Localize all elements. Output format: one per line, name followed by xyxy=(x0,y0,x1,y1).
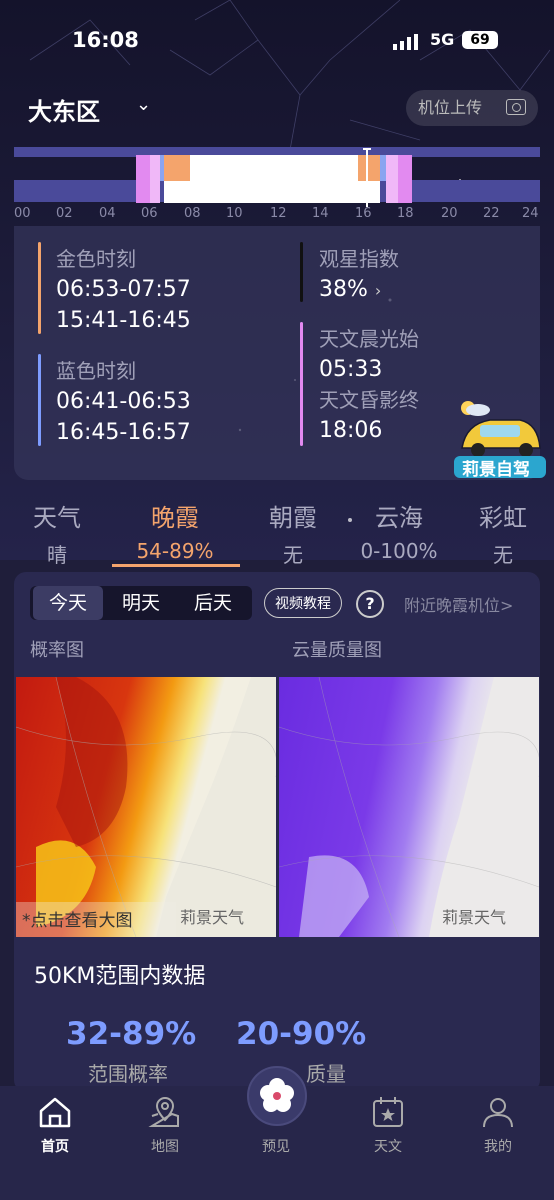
watermark-right: 莉景天气 xyxy=(442,908,507,927)
day-today[interactable]: 今天 xyxy=(33,586,103,620)
tick-label: 24 xyxy=(522,206,539,221)
daylight-graphic xyxy=(136,148,412,207)
quality-value: 20-90% xyxy=(236,1016,367,1052)
nav-preview[interactable]: 预见 xyxy=(236,1136,316,1156)
watermark-left: 莉景天气 xyxy=(180,908,245,927)
network-type: 5G xyxy=(430,30,455,49)
range-probability-label: 范围概率 xyxy=(88,1062,168,1086)
range-probability-value: 32-89% xyxy=(66,1016,197,1052)
preview-center-button[interactable] xyxy=(247,1066,307,1126)
self-drive-logo[interactable]: 莉景自驾 xyxy=(450,398,548,480)
probability-map-label: 概率图 xyxy=(30,640,84,661)
profile-icon[interactable] xyxy=(481,1096,515,1128)
chevron-right-icon: › xyxy=(374,281,382,300)
nav-mine[interactable]: 我的 xyxy=(458,1136,538,1156)
video-tutorial-button[interactable]: 视频教程 xyxy=(264,588,342,618)
tab-rainbow[interactable]: 彩虹无 xyxy=(448,498,554,568)
astro-twilight-block: 天文晨光始 05:33 天文昏影终 18:06 xyxy=(319,327,419,443)
help-icon[interactable]: ? xyxy=(356,590,384,618)
timeline-ticks: 00 02 04 06 08 10 12 14 16 18 20 22 24 xyxy=(0,206,554,226)
tick-label: 06 xyxy=(141,206,158,221)
tab-sunset-glow[interactable]: 晚霞 54-89% xyxy=(120,498,230,563)
quality-label: 质量 xyxy=(306,1062,346,1086)
day-after-tomorrow[interactable]: 后天 xyxy=(178,586,248,620)
tick-label: 22 xyxy=(483,206,500,221)
clock: 16:08 xyxy=(72,28,139,52)
map-icon[interactable] xyxy=(148,1096,182,1128)
tab-weather[interactable]: 天气晴 xyxy=(2,498,112,568)
nav-astronomy[interactable]: 天文 xyxy=(348,1136,428,1156)
flower-icon xyxy=(260,1078,294,1112)
stargazing-index[interactable]: 观星指数 38% › xyxy=(319,244,399,306)
tick-label: 08 xyxy=(184,206,201,221)
range-data-title: 50KM范围内数据 xyxy=(34,964,206,989)
probability-map[interactable] xyxy=(16,677,276,937)
calendar-star-icon[interactable] xyxy=(371,1096,405,1128)
tick-label: 14 xyxy=(312,206,329,221)
blue-hour-block: 蓝色时刻 06:41-06:53 16:45-16:57 xyxy=(56,359,191,445)
chevron-down-icon[interactable]: ⌄ xyxy=(136,94,151,115)
upload-spot-label: 机位上传 xyxy=(418,98,483,117)
view-large-map-hint[interactable]: *点击查看大图 xyxy=(22,906,133,931)
tick-label: 20 xyxy=(441,206,458,221)
location-title[interactable]: 大东区 xyxy=(28,92,100,127)
upload-spot-button[interactable]: 机位上传 xyxy=(406,90,538,126)
camera-icon xyxy=(506,99,526,115)
active-tab-indicator xyxy=(112,564,240,567)
tick-label: 00 xyxy=(14,206,31,221)
home-icon[interactable] xyxy=(38,1096,72,1128)
tick-label: 02 xyxy=(56,206,73,221)
tick-label: 18 xyxy=(397,206,414,221)
tick-label: 12 xyxy=(270,206,287,221)
tick-label: 16 xyxy=(355,206,372,221)
golden-hour-block: 金色时刻 06:53-07:57 15:41-16:45 xyxy=(56,247,191,333)
day-tomorrow[interactable]: 明天 xyxy=(106,586,176,620)
phenomena-tabs: 天气晴 晚霞 54-89% 朝霞无 云海 0-100% 彩虹无 xyxy=(0,498,554,568)
tab-cloud-sea[interactable]: 云海 0-100% xyxy=(344,498,454,563)
nearby-spots-link[interactable]: 附近晚霞机位> xyxy=(404,592,513,616)
cloud-quality-map-label: 云量质量图 xyxy=(292,640,382,661)
signal-icon xyxy=(393,34,418,50)
tick-label: 10 xyxy=(226,206,243,221)
status-bar: 16:08 5G 69 xyxy=(0,28,554,58)
logo-text: 莉景自驾 xyxy=(462,460,530,480)
battery-icon: 69 xyxy=(462,31,498,49)
day-selector: 今天 明天 后天 xyxy=(30,586,252,620)
nav-home[interactable]: 首页 xyxy=(15,1136,95,1156)
nav-map[interactable]: 地图 xyxy=(125,1136,205,1156)
tick-label: 04 xyxy=(99,206,116,221)
day-timeline[interactable] xyxy=(14,147,540,207)
cloud-quality-map[interactable] xyxy=(279,677,539,937)
tab-morning-glow[interactable]: 朝霞无 xyxy=(238,498,348,568)
